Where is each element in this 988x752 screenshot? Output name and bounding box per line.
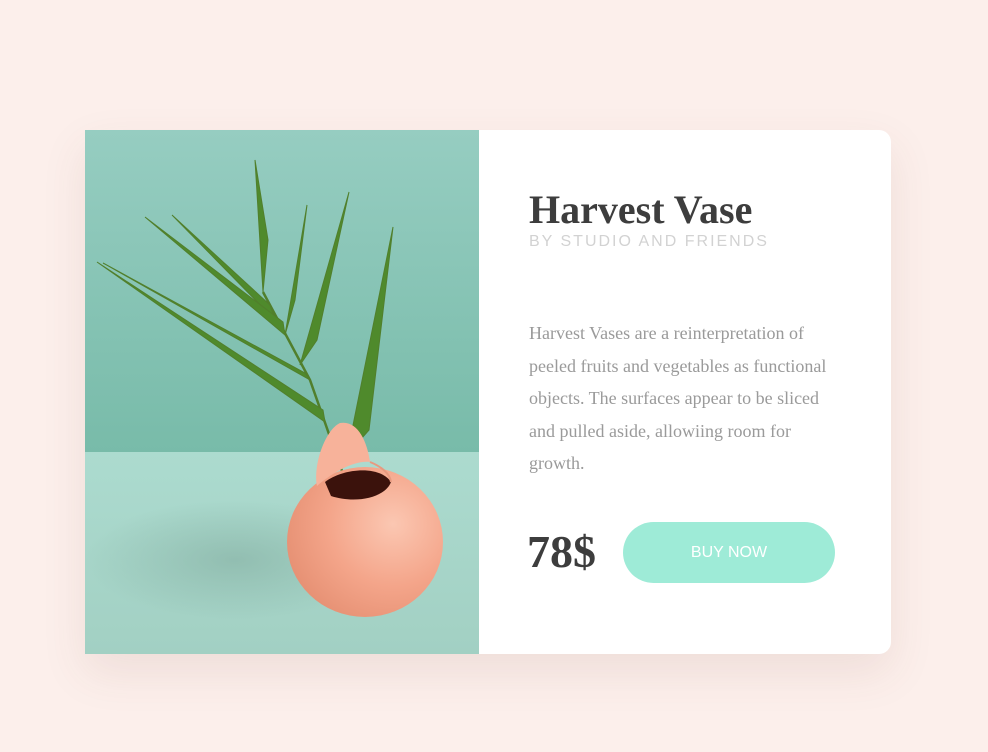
buy-now-button[interactable]: BUY NOW [623, 522, 835, 583]
product-description: Harvest Vases are a reinterpretation of … [529, 323, 827, 473]
product-image [85, 130, 479, 654]
product-info: Harvest Vase BY STUDIO AND FRIENDS Harve… [479, 130, 891, 654]
photo-wall [85, 130, 479, 454]
product-subtitle: BY STUDIO AND FRIENDS [529, 233, 769, 250]
product-price: 78$ [527, 526, 596, 577]
product-card: Harvest Vase BY STUDIO AND FRIENDS Harve… [85, 130, 891, 654]
product-title: Harvest Vase [529, 187, 753, 232]
